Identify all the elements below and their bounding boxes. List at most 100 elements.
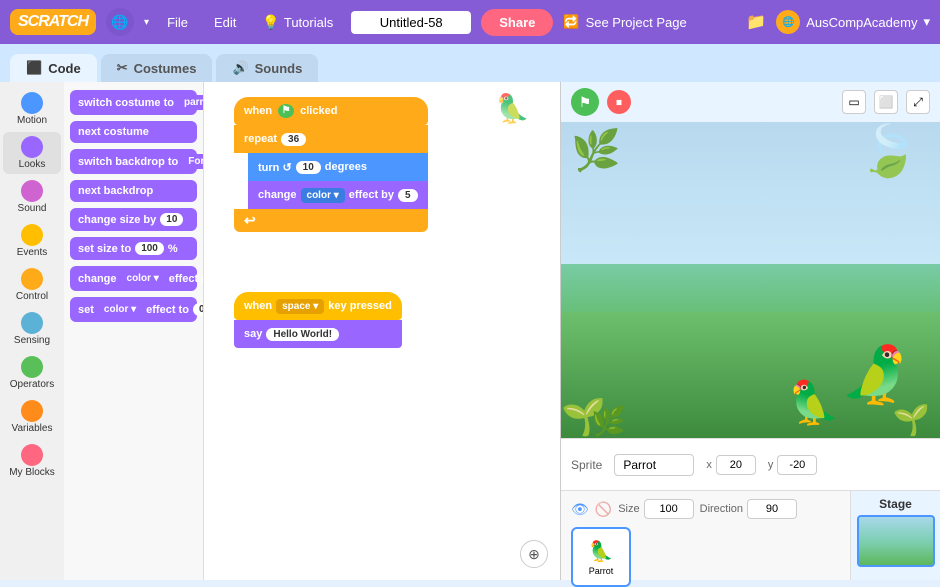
- script-area[interactable]: 🦜 when ⚑ clicked repeat 36 turn ↺ 10 deg…: [204, 82, 560, 580]
- zoom-controls: ⊕: [520, 540, 548, 568]
- top-leaves2: 🍃: [858, 122, 920, 181]
- block-change-color-script[interactable]: change color ▾ effect by 5: [248, 181, 428, 209]
- coord-y-group: y: [768, 455, 818, 475]
- tab-code[interactable]: ⬛ Code: [10, 54, 97, 82]
- collapse-stage-button[interactable]: ▭: [842, 90, 866, 114]
- category-looks[interactable]: Looks: [3, 132, 61, 174]
- operators-dot: [21, 356, 43, 378]
- fullscreen-button[interactable]: ⤢: [906, 90, 930, 114]
- block-next-backdrop[interactable]: next backdrop: [70, 180, 197, 202]
- block-turn[interactable]: turn ↺ 10 degrees: [248, 153, 428, 181]
- hide-sprite-button[interactable]: 🚫: [595, 501, 612, 518]
- show-sprite-button[interactable]: 👁: [571, 501, 589, 518]
- block-categories: Motion Looks Sound Events Control Sensin…: [0, 82, 64, 580]
- sprite-visibility-row: 👁 🚫 Size Direction: [571, 499, 840, 519]
- y-coord-input[interactable]: [777, 455, 817, 475]
- scratch-logo[interactable]: SCRATCH: [10, 9, 96, 35]
- block-set-color-effect[interactable]: set color ▾ effect to 0: [70, 297, 197, 322]
- flag-symbol: ⚑: [278, 104, 294, 118]
- myblocks-dot: [21, 444, 43, 466]
- category-myblocks[interactable]: My Blocks: [3, 440, 61, 482]
- green-flag-button[interactable]: ⚑: [571, 88, 599, 116]
- stage-mini-panel: Stage: [850, 491, 940, 580]
- block-say[interactable]: say Hello World!: [234, 320, 402, 348]
- edit-menu[interactable]: Edit: [206, 11, 244, 34]
- file-menu[interactable]: File: [159, 11, 196, 34]
- block-change-size[interactable]: change size by 10: [70, 208, 197, 231]
- stop-button[interactable]: ⏹: [607, 90, 631, 114]
- sprite-thumbnail: 🦜: [589, 539, 614, 564]
- tutorials-menu[interactable]: 💡 Tutorials: [254, 10, 341, 35]
- plant-left2: 🌿: [591, 405, 626, 438]
- sound-icon: 🔊: [232, 60, 248, 76]
- bulb-icon: 💡: [262, 14, 279, 31]
- parrot-sprite2: 🦜: [788, 379, 840, 428]
- block-set-size[interactable]: set size to 100 %: [70, 237, 197, 260]
- category-events[interactable]: Events: [3, 220, 61, 262]
- script-color-dropdown[interactable]: color ▾: [301, 188, 345, 203]
- folder-icon[interactable]: 📁: [746, 12, 766, 32]
- scissors-icon: ✂: [117, 60, 128, 76]
- block-list: switch costume to parrot-b ▾ next costum…: [64, 82, 204, 580]
- globe-chevron[interactable]: ▾: [144, 17, 149, 28]
- backdrop-dropdown[interactable]: Forest ▾: [182, 154, 204, 169]
- color-effect-dropdown2[interactable]: color ▾: [98, 302, 142, 317]
- size-group: Size: [618, 499, 693, 519]
- size-input[interactable]: [644, 499, 694, 519]
- x-coord-input[interactable]: [716, 455, 756, 475]
- block-change-color-effect[interactable]: change color ▾ effect by 25: [70, 266, 197, 291]
- control-dot: [21, 268, 43, 290]
- stage-background: 🌿 🍃 🌱 🌿 🌱 🦜 🦜: [561, 122, 940, 438]
- sprite-list: 🦜 Parrot: [571, 527, 840, 587]
- block-switch-costume[interactable]: switch costume to parrot-b ▾: [70, 90, 197, 115]
- share-button[interactable]: Share: [481, 9, 553, 36]
- category-sensing[interactable]: Sensing: [3, 308, 61, 350]
- category-variables[interactable]: Variables: [3, 396, 61, 438]
- coord-x-group: x: [706, 455, 756, 475]
- costume-dropdown[interactable]: parrot-b ▾: [178, 95, 204, 110]
- key-dropdown[interactable]: space ▾: [276, 299, 324, 314]
- globe-button[interactable]: 🌐: [106, 8, 134, 36]
- zoom-in-button[interactable]: ⊕: [520, 540, 548, 568]
- user-menu[interactable]: 🌐 AusCompAcademy ▾: [776, 10, 930, 34]
- expand-stage-button[interactable]: ⬜: [874, 90, 898, 114]
- block-switch-backdrop[interactable]: switch backdrop to Forest ▾: [70, 149, 197, 174]
- tab-bar: ⬛ Code ✂ Costumes 🔊 Sounds: [0, 44, 940, 82]
- tab-sounds[interactable]: 🔊 Sounds: [216, 54, 318, 82]
- block-when-flag[interactable]: when ⚑ clicked: [234, 97, 428, 125]
- parrot-sprite: 🦜: [840, 342, 910, 408]
- stage-mini-thumbnail[interactable]: [857, 515, 935, 567]
- sprite-list-item-parrot[interactable]: 🦜 Parrot: [571, 527, 631, 587]
- project-name-input[interactable]: [351, 11, 471, 34]
- block-when-space[interactable]: when space ▾ key pressed: [234, 292, 402, 320]
- stage-canvas: 🌿 🍃 🌱 🌿 🌱 🦜 🦜: [561, 122, 940, 438]
- direction-group: Direction: [700, 499, 797, 519]
- sensing-dot: [21, 312, 43, 334]
- main-area: Motion Looks Sound Events Control Sensin…: [0, 82, 940, 580]
- block-repeat[interactable]: repeat 36: [234, 125, 428, 153]
- direction-input[interactable]: [747, 499, 797, 519]
- stage-controls: ⚑ ⏹ ▭ ⬜ ⤢: [561, 82, 940, 122]
- user-chevron: ▾: [923, 14, 930, 30]
- script-group-1: when ⚑ clicked repeat 36 turn ↺ 10 degre…: [234, 97, 428, 232]
- top-nav: SCRATCH 🌐 ▾ File Edit 💡 Tutorials Share …: [0, 0, 940, 44]
- block-repeat-end: ↩: [234, 209, 428, 232]
- category-control[interactable]: Control: [3, 264, 61, 306]
- see-project-link[interactable]: 🔁 See Project Page: [563, 14, 686, 30]
- events-dot: [21, 224, 43, 246]
- tab-costumes[interactable]: ✂ Costumes: [101, 54, 213, 82]
- sprite-name-input[interactable]: [614, 454, 694, 476]
- category-motion[interactable]: Motion: [3, 88, 61, 130]
- top-leaves: 🌿: [571, 127, 621, 174]
- sprite-panel: 👁 🚫 Size Direction 🦜 Parrot: [561, 491, 850, 580]
- category-operators[interactable]: Operators: [3, 352, 61, 394]
- block-next-costume[interactable]: next costume: [70, 121, 197, 143]
- script-group-2: when space ▾ key pressed say Hello World…: [234, 292, 402, 348]
- sprite-info-bar: Sprite x y: [561, 438, 940, 490]
- motion-dot: [21, 92, 43, 114]
- color-effect-dropdown1[interactable]: color ▾: [121, 271, 165, 286]
- avatar: 🌐: [776, 10, 800, 34]
- category-sound[interactable]: Sound: [3, 176, 61, 218]
- plant-right: 🌱: [893, 403, 930, 438]
- looks-dot: [21, 136, 43, 158]
